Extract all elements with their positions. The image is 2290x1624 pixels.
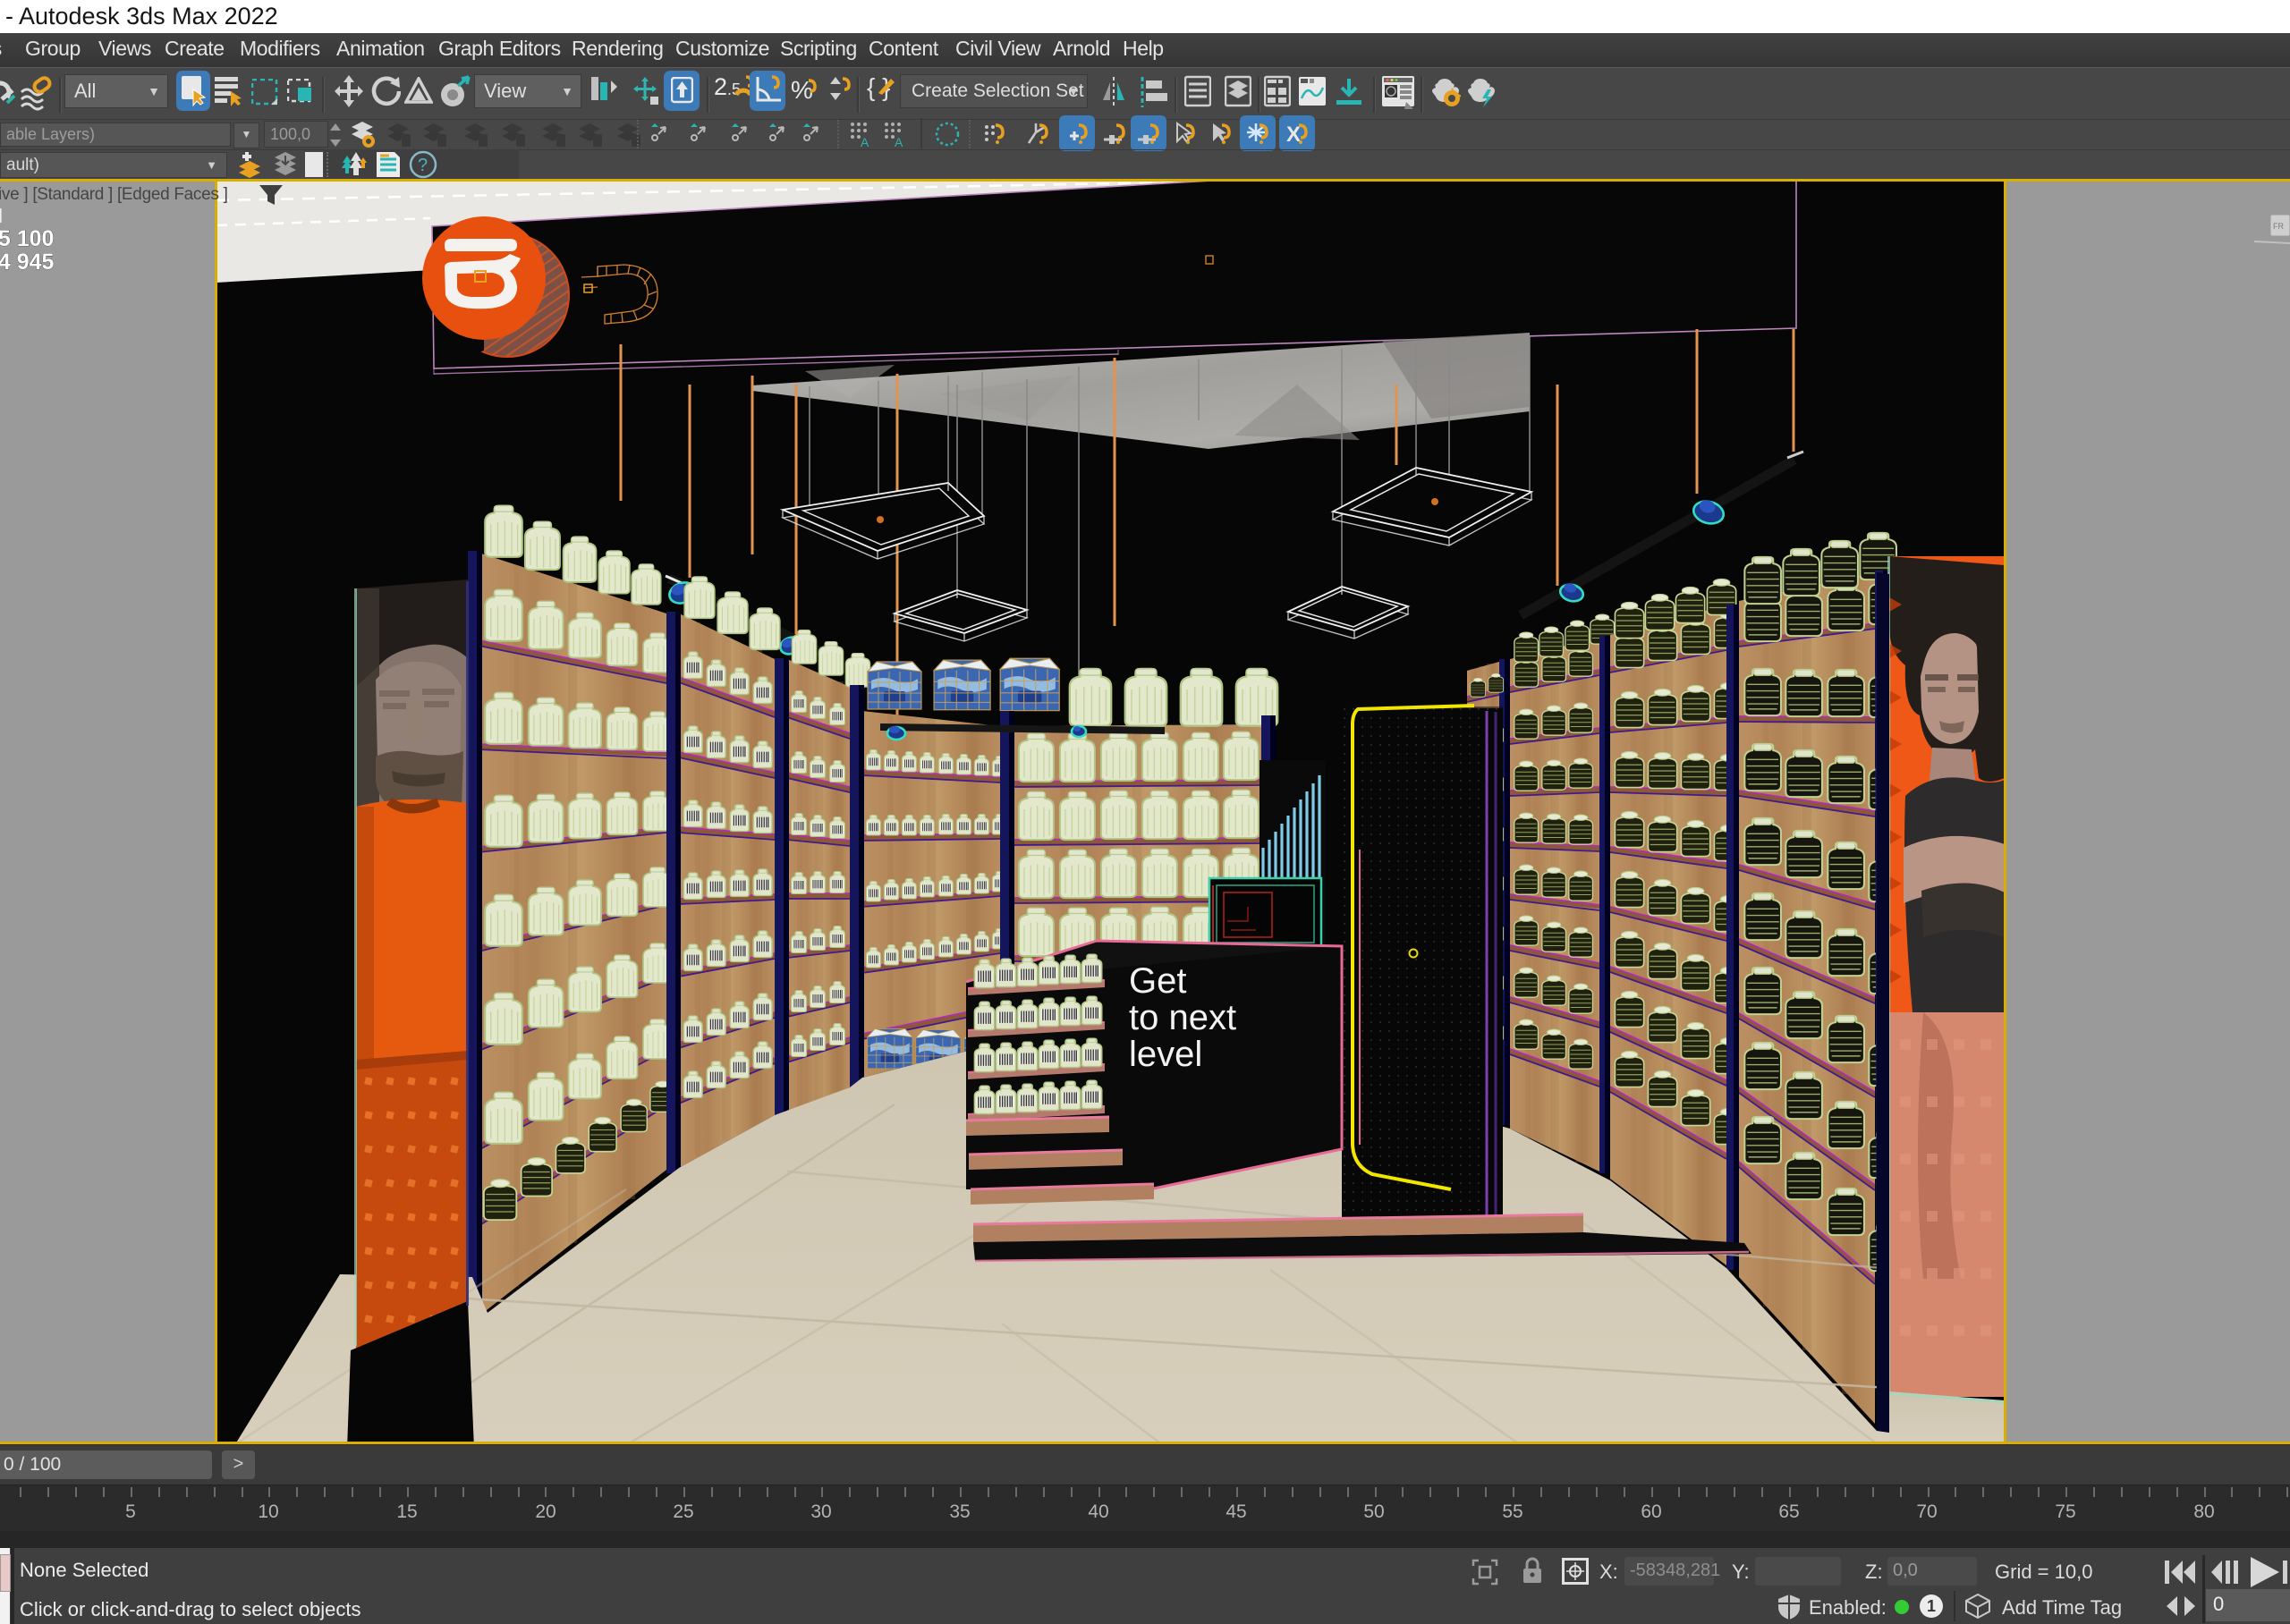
- svg-text:ive ] [Standard ] [Edged Fac: ive ] [Standard ] [Edged Faces ]: [0, 185, 228, 204]
- svg-text:45 100: 45 100: [0, 226, 54, 251]
- svg-text:X: X: [1286, 123, 1301, 147]
- svg-text:FR: FR: [2273, 222, 2284, 231]
- svg-text:A: A: [895, 135, 903, 148]
- svg-text:44 945: 44 945: [0, 250, 55, 275]
- svg-text:A: A: [861, 135, 869, 148]
- svg-text:level: level: [1129, 1035, 1202, 1074]
- svg-text:Get: Get: [1129, 961, 1186, 1001]
- svg-text:?: ?: [418, 156, 428, 175]
- svg-text:to next: to next: [1129, 998, 1236, 1037]
- svg-text:l: l: [0, 205, 3, 227]
